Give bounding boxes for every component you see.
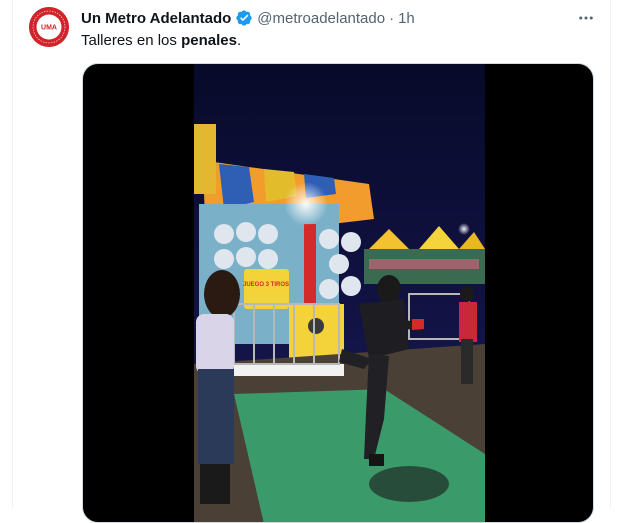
tweet-border-left [12, 0, 13, 508]
tweet-text-bold: penales [181, 32, 237, 49]
separator-dot: · [389, 9, 395, 27]
tweet-header: Un Metro Adelantado @metroadelantado · 1… [81, 8, 415, 28]
tweet-border-right [610, 0, 611, 508]
more-options-button[interactable] [572, 8, 600, 28]
avatar[interactable]: UMA [29, 7, 69, 47]
tweet-text: Talleres en los penales. [81, 31, 241, 51]
uma-logo-icon: UMA [29, 7, 69, 47]
video-frame: JUEGO 3 TIROS [194, 64, 485, 522]
timestamp[interactable]: 1h [398, 10, 415, 27]
video-player[interactable]: JUEGO 3 TIROS [82, 63, 594, 523]
display-name[interactable]: Un Metro Adelantado [81, 10, 231, 27]
avatar-logo-text: UMA [41, 25, 57, 32]
user-handle[interactable]: @metroadelantado [257, 10, 385, 27]
tweet-text-suffix: . [236, 32, 242, 49]
tweet-text-prefix: Talleres en los [81, 32, 182, 49]
booth-sign-text: JUEGO 3 TIROS [243, 282, 289, 288]
more-horizontal-icon [579, 16, 593, 20]
verified-badge-icon [235, 9, 253, 27]
